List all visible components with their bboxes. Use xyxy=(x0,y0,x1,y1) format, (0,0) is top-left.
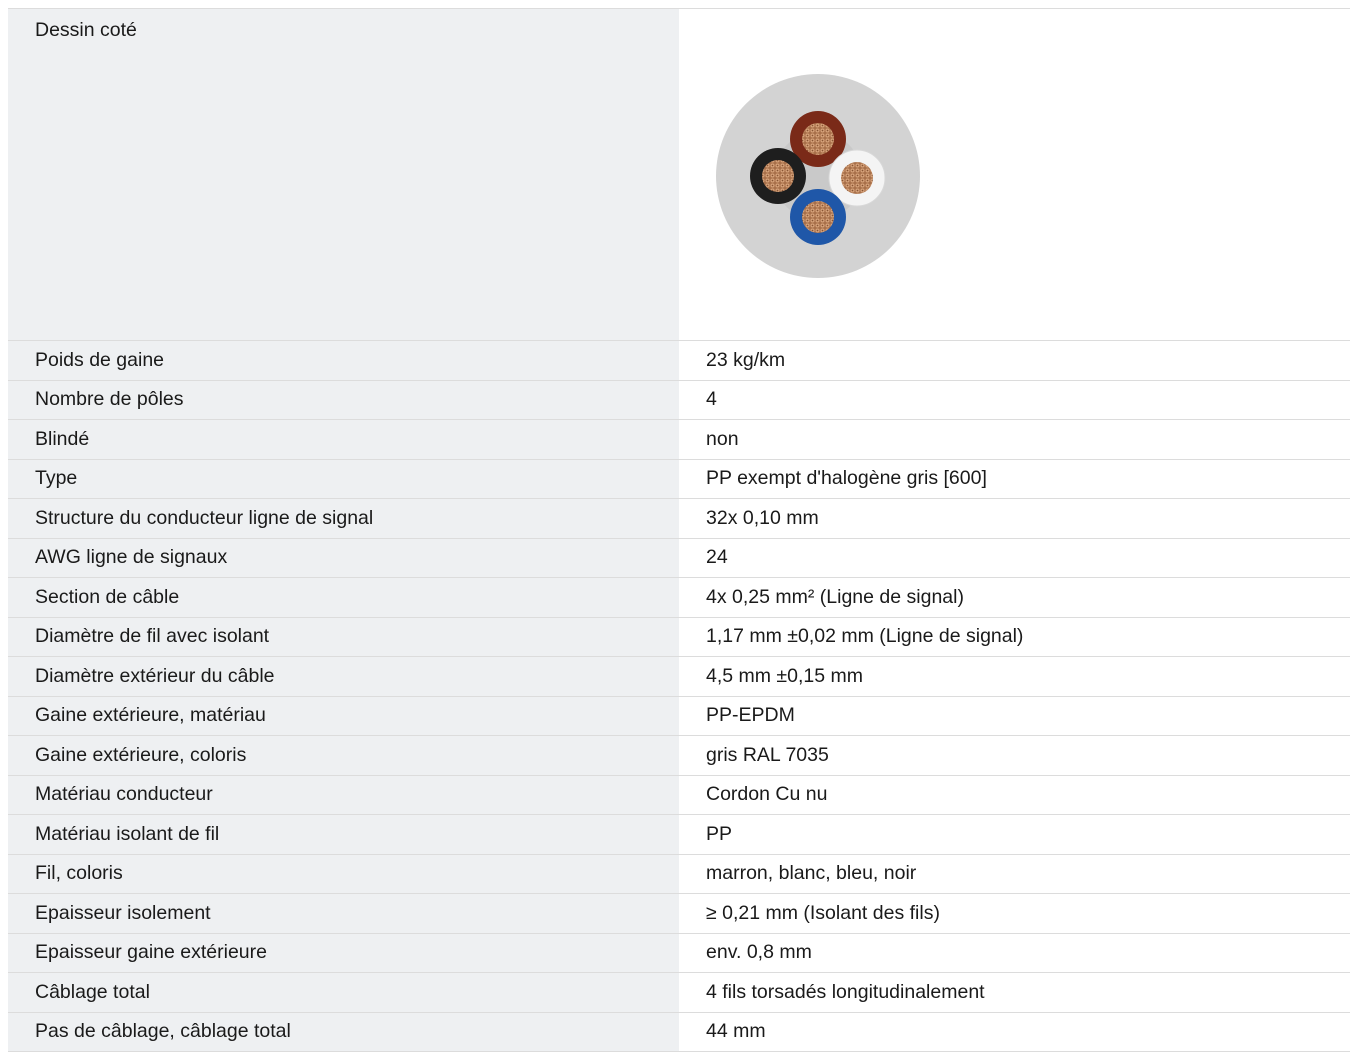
spec-row: Section de câble 4x 0,25 mm² (Ligne de si… xyxy=(8,578,1350,618)
spec-row: AWG ligne de signaux 24 xyxy=(8,538,1350,578)
spec-value: marron, blanc, bleu, noir xyxy=(706,862,917,885)
spec-value: env. 0,8 mm xyxy=(706,941,812,964)
spec-value: 32x 0,10 mm xyxy=(706,506,819,529)
spec-row: Fil, coloris marron, blanc, bleu, noir xyxy=(8,854,1350,894)
spec-label: Type xyxy=(8,459,679,498)
spec-table: Dessin coté Poids de gaine 23 kg/km Nomb… xyxy=(8,8,1350,1052)
spec-value: 4 fils torsadés longitudinalement xyxy=(706,980,985,1003)
spec-row: Epaisseur gaine extérieure env. 0,8 mm xyxy=(8,933,1350,973)
spec-row: Type PP exempt d'halogène gris [600] xyxy=(8,459,1350,499)
spec-row: Epaisseur isolement ≥ 0,21 mm (Isolant de… xyxy=(8,894,1350,934)
spec-row: Câblage total 4 fils torsadés longitudina… xyxy=(8,973,1350,1013)
spec-label: Pas de câblage, câblage total xyxy=(8,1012,679,1051)
spec-value: gris RAL 7035 xyxy=(706,743,829,766)
spec-value: ≥ 0,21 mm (Isolant des fils) xyxy=(706,901,940,924)
spec-value: 4 xyxy=(706,388,717,411)
cable-cross-section-image xyxy=(716,74,920,278)
spec-value: non xyxy=(706,427,739,450)
spec-label: Blindé xyxy=(8,420,679,459)
drawing-label: Dessin coté xyxy=(8,9,679,340)
spec-value: PP-EPDM xyxy=(706,704,795,727)
spec-label: Câblage total xyxy=(8,973,679,1012)
spec-label: Gaine extérieure, coloris xyxy=(8,736,679,775)
spec-label: Epaisseur gaine extérieure xyxy=(8,933,679,972)
spec-value: Cordon Cu nu xyxy=(706,783,828,806)
spec-row: Matériau isolant de fil PP xyxy=(8,815,1350,855)
spec-value: PP exempt d'halogène gris [600] xyxy=(706,467,987,490)
spec-value: 44 mm xyxy=(706,1020,766,1043)
spec-label: Epaisseur isolement xyxy=(8,894,679,933)
spec-label: Matériau conducteur xyxy=(8,775,679,814)
spec-label: Poids de gaine xyxy=(8,341,679,380)
spec-label: AWG ligne de signaux xyxy=(8,538,679,577)
spec-label: Structure du conducteur ligne de signal xyxy=(8,499,679,538)
spec-label: Diamètre extérieur du câble xyxy=(8,657,679,696)
spec-label: Gaine extérieure, matériau xyxy=(8,696,679,735)
spec-value: 24 xyxy=(706,546,728,569)
spec-value: 23 kg/km xyxy=(706,348,786,371)
spec-row: Nombre de pôles 4 xyxy=(8,380,1350,420)
drawing-cell xyxy=(679,9,1350,340)
spec-value: 1,17 mm ±0,02 mm (Ligne de signal) xyxy=(706,625,1024,648)
spec-row: Poids de gaine 23 kg/km xyxy=(8,341,1350,381)
spec-row: Gaine extérieure, matériau PP-EPDM xyxy=(8,696,1350,736)
spec-value: 4,5 mm ±0,15 mm xyxy=(706,664,863,687)
spec-row: Diamètre de fil avec isolant 1,17 mm ±0,0… xyxy=(8,617,1350,657)
spec-value: 4x 0,25 mm² (Ligne de signal) xyxy=(706,585,964,608)
spec-row: Structure du conducteur ligne de signal 3… xyxy=(8,499,1350,539)
spec-label: Nombre de pôles xyxy=(8,380,679,419)
spec-label: Matériau isolant de fil xyxy=(8,815,679,854)
spec-row: Diamètre extérieur du câble 4,5 mm ±0,15 … xyxy=(8,657,1350,697)
spec-row: Gaine extérieure, coloris gris RAL 7035 xyxy=(8,736,1350,776)
spec-label: Fil, coloris xyxy=(8,854,679,893)
drawing-row: Dessin coté xyxy=(8,9,1350,341)
spec-value: PP xyxy=(706,822,733,845)
spec-label: Diamètre de fil avec isolant xyxy=(8,617,679,656)
spec-row: Matériau conducteur Cordon Cu nu xyxy=(8,775,1350,815)
spec-row: Pas de câblage, câblage total 44 mm xyxy=(8,1012,1350,1052)
spec-row: Blindé non xyxy=(8,420,1350,460)
spec-label: Section de câble xyxy=(8,578,679,617)
